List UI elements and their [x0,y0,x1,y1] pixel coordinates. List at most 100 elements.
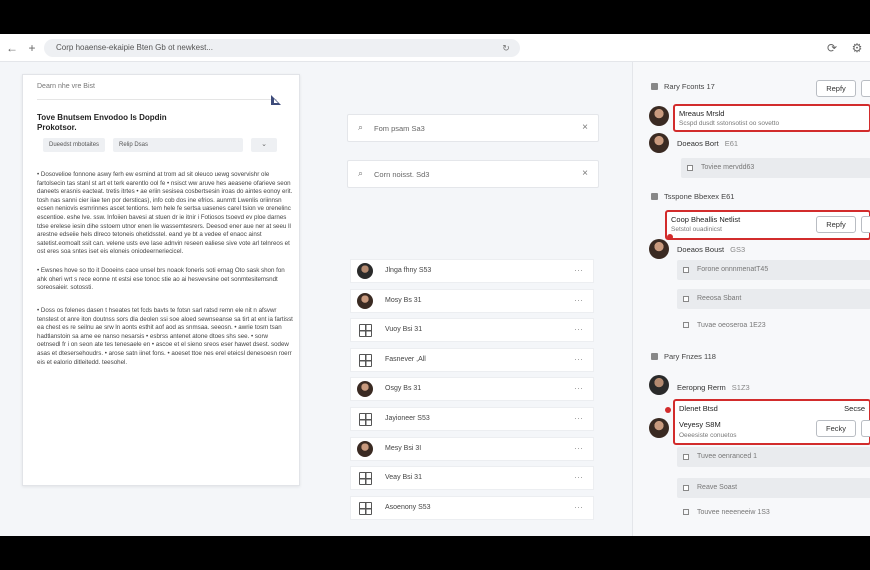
more-icon[interactable]: ··· [574,383,583,393]
marker-dot [665,407,671,413]
reply-bar[interactable]: Forone onnnmenatT45 [677,260,870,280]
document-title: Tove Bnutsem Envodoo ls Dopdin Prokotsor… [37,113,167,132]
checkbox-icon [683,485,689,491]
reply-line: Touvee neeeneeiw 1S3 [683,509,770,516]
list-item-label: Mosy Bs 31 [385,296,422,304]
reply-line: Tuvae oeoseroa 1E23 [683,322,766,329]
more-icon[interactable]: ··· [574,472,583,482]
comment-author: Doeaos Boust GS3 [677,245,746,254]
list-item-label: Osgy Bs 31 [385,385,422,393]
reply-bar[interactable]: Reave Soast [677,478,870,498]
field-one[interactable]: Dueedst mbotaites [43,138,105,152]
avatar [649,239,669,259]
avatar [649,106,669,126]
list-item[interactable]: Asoenony S53 ··· [350,495,594,520]
reply-bar[interactable]: Tuvee oenranced 1 [677,447,870,467]
refresh-circle-icon[interactable]: ⟳ [824,40,840,56]
search-icon: ⌕ [358,168,364,178]
back-arrow-icon[interactable]: ← [4,40,20,56]
more-button[interactable] [861,420,870,437]
document-page: Dearn nhe vre Bist Tove Bnutsem Envodoo … [22,74,300,486]
list-item[interactable]: Veay Bsi 31 ··· [350,466,594,491]
logo-icon [271,95,281,105]
checkbox-icon [683,267,689,273]
comment-author: Coop Bheallis Netlist [671,215,741,224]
comment-author: Doeaos Bort E61 [677,139,739,148]
grid-icon [359,472,372,486]
grid-icon [359,353,372,367]
list-item[interactable]: Mosy Bs 31 ··· [350,288,594,313]
list-item[interactable]: Vuoy Bsi 31 ··· [350,318,594,343]
list-item[interactable]: Osgy Bs 31 ··· [350,377,594,402]
comment-author: Mreaus Mrsld [679,109,725,118]
marker-dot [667,234,673,240]
settings-gear-icon[interactable]: ⚙ [849,40,865,56]
more-icon[interactable]: ··· [574,443,583,453]
more-icon[interactable]: ··· [574,265,583,275]
more-icon[interactable]: ··· [574,502,583,512]
highlighted-comment[interactable]: Mreaus Mrsld Scspd dusdt sstonsotist oo … [673,104,870,132]
item-list: Jlnga fhny S53 ··· Mosy Bs 31 ··· Vuoy Bsi… [350,259,594,525]
grid-icon [359,501,372,515]
more-icon[interactable]: ··· [574,413,583,423]
checkbox-icon [683,296,689,302]
calendar-icon [359,412,372,426]
avatar [649,418,669,438]
checkbox-icon [687,165,693,171]
checkbox-icon [683,322,689,328]
lock-icon [651,83,658,90]
comment-text: Oeeesiste conuetos [679,432,737,439]
checkbox-icon [683,509,689,515]
address-bar[interactable]: Corp hoaense-ekaipie Bten Gb ot newkest.… [44,39,520,57]
more-icon[interactable]: ··· [574,354,583,364]
app-window: ← + Corp hoaense-ekaipie Bten Gb ot newk… [0,34,870,536]
comment-author: Veyesy S8M [679,420,721,429]
search-box-two[interactable]: ⌕ Corn noisst. Sd3 × [347,160,599,188]
section-title: Rary Fconts 17 [651,82,715,91]
document-paragraph: • Dosovelioe fonnone aswy ferh ew esrnin… [37,171,293,256]
reply-button[interactable]: Repfy [816,216,856,233]
list-item[interactable]: Mesy Bsi 3I ··· [350,436,594,461]
clear-icon[interactable]: × [582,168,588,179]
search-icon: ⌕ [358,122,364,132]
add-tab-icon[interactable]: + [24,40,40,56]
avatar-icon [357,381,373,398]
search-text: Corn noisst. Sd3 [374,170,430,179]
comment-text: Scspd dusdt sstonsotist oo sovetto [679,120,780,127]
list-item-label: Veay Bsi 31 [385,474,422,482]
avatar-icon [357,292,373,309]
list-item[interactable]: Jayioneer S53 ··· [350,406,594,431]
list-item[interactable]: Jlnga fhny S53 ··· [350,259,594,283]
avatar [649,133,669,153]
comment-author: Eeropng Rerm S1Z3 [677,383,750,392]
search-box-one[interactable]: ⌕ Fom psam Sa3 × [347,114,599,142]
avatar [649,375,669,395]
grid-icon [359,324,372,338]
header-divider [37,99,277,100]
reply-button[interactable]: Repfy [816,80,856,97]
document-fields: Dueedst mbotaites Relip Dsas ⌄ [43,138,277,152]
lock-icon [651,353,658,360]
list-item-label: Jlnga fhny S53 [385,267,432,274]
browser-toolbar: ← + Corp hoaense-ekaipie Bten Gb ot newk… [0,34,870,62]
comment-text: Setstol ouadinicst [671,226,722,233]
reload-icon[interactable]: ↻ [500,42,512,54]
list-item[interactable]: Fasnever ,All ··· [350,347,594,372]
reply-bar[interactable]: Reeosa Sbant [677,289,870,309]
more-icon[interactable]: ··· [574,324,583,334]
more-icon[interactable]: ··· [574,295,583,305]
reply-bar[interactable]: Toviee mervdd63 [681,158,870,178]
document-header: Dearn nhe vre Bist [37,83,95,90]
comment-meta: Secse [844,404,865,413]
more-button[interactable] [861,216,870,233]
list-item-label: Mesy Bsi 3I [385,444,422,452]
field-dropdown[interactable]: ⌄ [251,138,277,152]
clear-icon[interactable]: × [582,122,588,133]
checkbox-icon [683,454,689,460]
section-title: Pary Fnzes 118 [651,352,716,361]
lock-icon [651,193,658,200]
avatar-icon [357,263,373,279]
field-two[interactable]: Relip Dsas [113,138,243,152]
more-button[interactable] [861,80,870,97]
reply-button[interactable]: Fecky [816,420,856,437]
